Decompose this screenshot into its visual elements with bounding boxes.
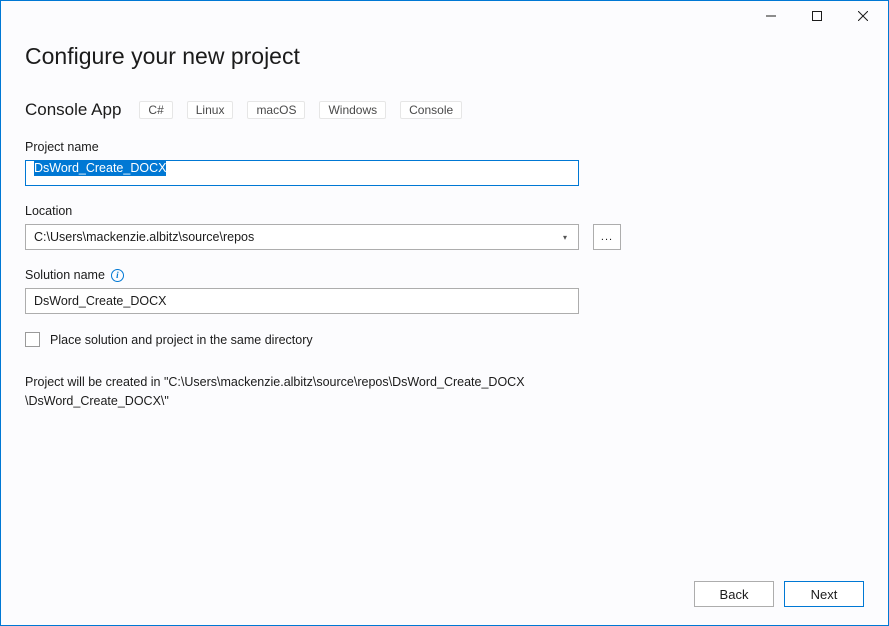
solution-name-input[interactable] bbox=[25, 288, 579, 314]
chevron-down-icon: ▾ bbox=[556, 233, 574, 242]
solution-name-group: Solution name i bbox=[25, 268, 864, 314]
same-dir-label: Place solution and project in the same d… bbox=[50, 333, 313, 347]
close-button[interactable] bbox=[840, 1, 886, 31]
project-name-group: Project name DsWord_Create_DOCX bbox=[25, 140, 864, 186]
next-button[interactable]: Next bbox=[784, 581, 864, 607]
info-icon[interactable]: i bbox=[111, 269, 124, 282]
project-name-label: Project name bbox=[25, 140, 864, 154]
maximize-button[interactable] bbox=[794, 1, 840, 31]
path-hint-line2: \DsWord_Create_DOCX\" bbox=[25, 394, 169, 408]
location-label: Location bbox=[25, 204, 864, 218]
footer: Back Next bbox=[694, 581, 864, 607]
tag: C# bbox=[139, 101, 172, 119]
titlebar bbox=[1, 1, 888, 31]
path-hint-line1: Project will be created in "C:\Users\mac… bbox=[25, 375, 525, 389]
location-value: C:\Users\mackenzie.albitz\source\repos bbox=[34, 230, 254, 244]
page-title: Configure your new project bbox=[25, 43, 864, 70]
same-dir-checkbox[interactable] bbox=[25, 332, 40, 347]
tag: Console bbox=[400, 101, 462, 119]
content: Configure your new project Console App C… bbox=[1, 43, 888, 411]
back-button[interactable]: Back bbox=[694, 581, 774, 607]
tag: Windows bbox=[319, 101, 386, 119]
solution-name-label: Solution name i bbox=[25, 268, 864, 282]
subheader: Console App C# Linux macOS Windows Conso… bbox=[25, 100, 864, 120]
same-dir-row[interactable]: Place solution and project in the same d… bbox=[25, 332, 864, 347]
template-name: Console App bbox=[25, 100, 121, 120]
minimize-button[interactable] bbox=[748, 1, 794, 31]
location-select[interactable]: C:\Users\mackenzie.albitz\source\repos ▾ bbox=[25, 224, 579, 250]
tag: macOS bbox=[247, 101, 305, 119]
tag: Linux bbox=[187, 101, 234, 119]
location-group: Location C:\Users\mackenzie.albitz\sourc… bbox=[25, 204, 864, 250]
path-hint: Project will be created in "C:\Users\mac… bbox=[25, 373, 864, 411]
browse-button[interactable]: ... bbox=[593, 224, 621, 250]
project-name-input[interactable]: DsWord_Create_DOCX bbox=[25, 160, 579, 186]
